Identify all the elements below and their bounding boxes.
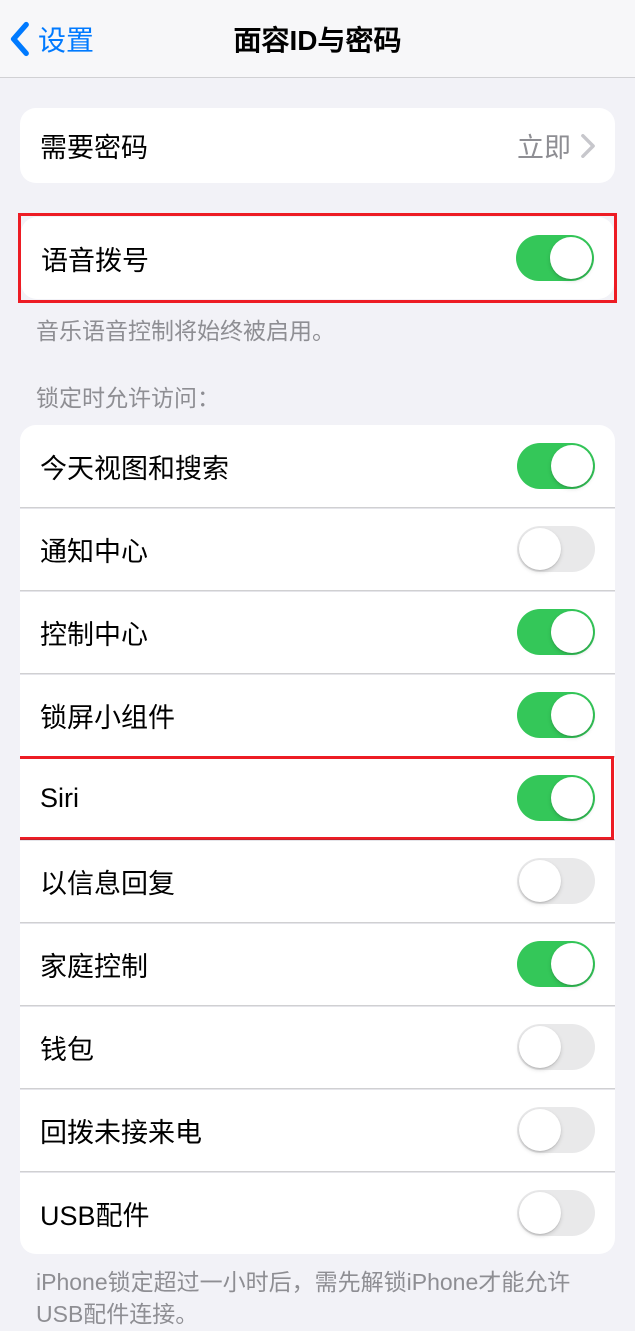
lock-access-group: 今天视图和搜索通知中心控制中心锁屏小组件 Siri 以信息回复家庭控制钱包回拨未接来…: [20, 425, 615, 1254]
chevron-left-icon: [8, 21, 30, 57]
lock-access-item-label: 锁屏小组件: [40, 696, 175, 735]
lock-access-item-label: 回拨未接来电: [40, 1111, 202, 1150]
lock-access-item-label: 通知中心: [40, 530, 148, 569]
lock-access-toggle[interactable]: [517, 858, 595, 904]
lock-access-item-label: 以信息回复: [40, 862, 175, 901]
require-passcode-value-wrap: 立即: [517, 126, 595, 165]
lock-access-row: 今天视图和搜索: [20, 425, 615, 507]
lock-access-row: 家庭控制: [20, 922, 615, 1005]
voice-dial-highlight: 语音拨号: [18, 213, 617, 303]
lock-access-item-label: Siri: [40, 783, 79, 814]
lock-access-toggle[interactable]: [517, 1190, 595, 1236]
require-passcode-row[interactable]: 需要密码 立即: [20, 108, 615, 183]
page-title: 面容ID与密码: [233, 19, 401, 59]
lock-access-row: 控制中心: [20, 590, 615, 673]
lock-access-footer: iPhone锁定超过一小时后，需先解锁iPhone才能允许USB配件连接。: [0, 1254, 635, 1330]
require-passcode-value: 立即: [517, 126, 571, 165]
lock-access-toggle[interactable]: [517, 692, 595, 738]
voice-dial-row: 语音拨号: [21, 217, 614, 299]
lock-access-toggle[interactable]: [517, 941, 595, 987]
lock-access-toggle[interactable]: [517, 443, 595, 489]
lock-access-row: 以信息回复: [20, 839, 615, 922]
voice-dial-footer: 音乐语音控制将始终被启用。: [0, 303, 635, 347]
lock-access-item-label: 今天视图和搜索: [40, 447, 229, 486]
lock-access-row: 通知中心: [20, 507, 615, 590]
lock-access-row: 钱包: [20, 1005, 615, 1088]
navigation-header: 设置 面容ID与密码: [0, 0, 635, 78]
lock-access-item-label: 家庭控制: [40, 945, 148, 984]
lock-access-item-label: 控制中心: [40, 613, 148, 652]
voice-dial-toggle[interactable]: [516, 235, 594, 281]
lock-access-toggle[interactable]: [517, 775, 595, 821]
chevron-right-icon: [581, 134, 595, 158]
require-passcode-label: 需要密码: [40, 126, 148, 165]
back-label: 设置: [38, 19, 94, 59]
lock-access-row: 锁屏小组件: [20, 673, 615, 756]
lock-access-toggle[interactable]: [517, 609, 595, 655]
lock-access-item-label: 钱包: [40, 1028, 94, 1067]
voice-dial-label: 语音拨号: [41, 239, 149, 278]
back-button[interactable]: 设置: [8, 19, 94, 59]
lock-access-row: USB配件: [20, 1171, 615, 1254]
lock-access-toggle[interactable]: [517, 526, 595, 572]
lock-access-header: 锁定时允许访问：: [0, 347, 635, 413]
passcode-group: 需要密码 立即: [20, 108, 615, 183]
lock-access-toggle[interactable]: [517, 1024, 595, 1070]
lock-access-item-label: USB配件: [40, 1194, 150, 1233]
lock-access-row: Siri: [20, 756, 615, 839]
lock-access-row: 回拨未接来电: [20, 1088, 615, 1171]
lock-access-toggle[interactable]: [517, 1107, 595, 1153]
